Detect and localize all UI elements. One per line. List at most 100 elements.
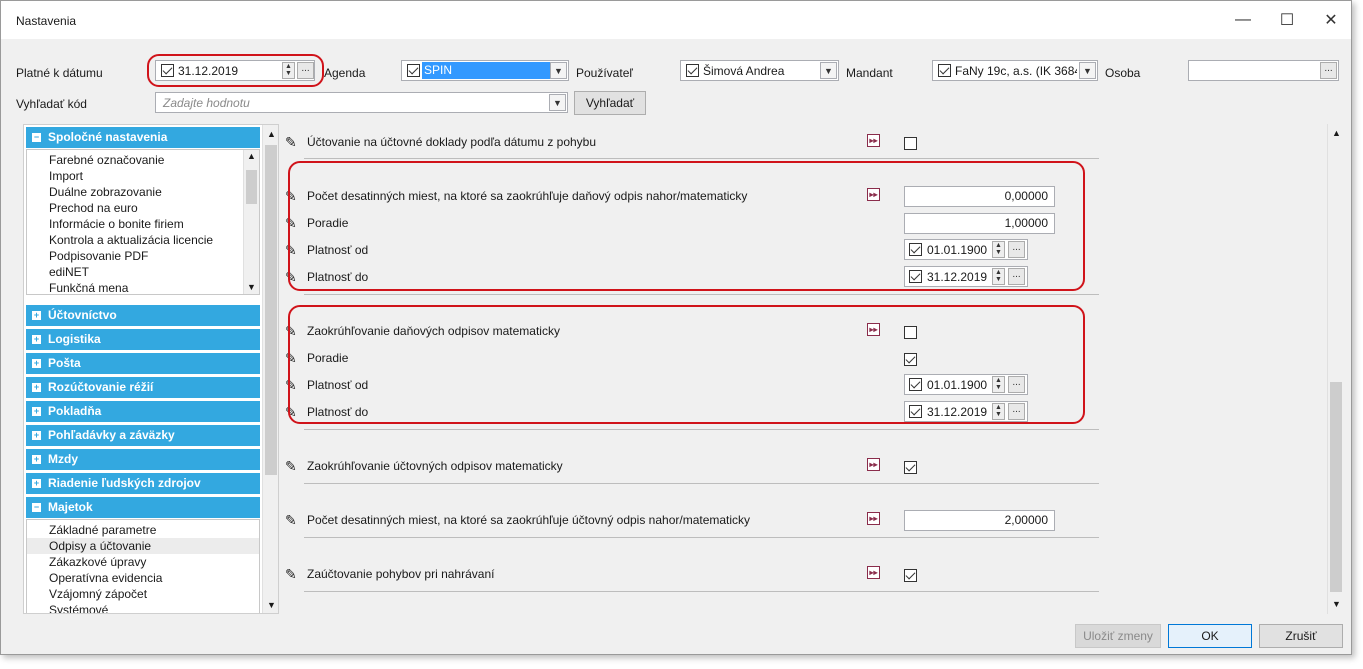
date-input[interactable]: 01.01.1900 ▲ ▼ ... xyxy=(904,374,1028,395)
forward-icon[interactable]: ▸▸ xyxy=(867,512,880,525)
pencil-icon[interactable]: ✎ xyxy=(285,269,297,286)
expand-icon[interactable]: + xyxy=(32,431,41,440)
scroll-down-icon[interactable]: ▼ xyxy=(267,600,276,610)
pencil-icon[interactable]: ✎ xyxy=(285,188,297,205)
collapse-icon[interactable]: − xyxy=(32,503,41,512)
sublist-scrollbar[interactable]: ▲ ▼ xyxy=(243,150,259,294)
date-checkbox[interactable] xyxy=(909,270,922,283)
list-item[interactable]: Informácie o bonite firiem xyxy=(49,217,184,231)
list-item-selected[interactable]: Odpisy a účtovanie xyxy=(49,539,151,553)
forward-icon[interactable]: ▸▸ xyxy=(867,188,880,201)
scroll-up-icon[interactable]: ▲ xyxy=(267,129,276,139)
expand-icon[interactable]: + xyxy=(32,455,41,464)
date-spinner[interactable]: ▲ ▼ xyxy=(992,268,1005,285)
number-input[interactable]: 1,00000 xyxy=(904,213,1055,234)
date-ellipsis-button[interactable]: ... xyxy=(297,62,314,79)
date-checkbox[interactable] xyxy=(909,405,922,418)
list-item[interactable]: Kontrola a aktualizácia licencie xyxy=(49,233,213,247)
date-spinner[interactable]: ▲ ▼ xyxy=(282,62,295,79)
forward-icon[interactable]: ▸▸ xyxy=(867,134,880,147)
forward-icon[interactable]: ▸▸ xyxy=(867,323,880,336)
pencil-icon[interactable]: ✎ xyxy=(285,566,297,583)
date-spinner[interactable]: ▲ ▼ xyxy=(992,403,1005,420)
mandant-checkbox[interactable] xyxy=(938,64,951,77)
pencil-icon[interactable]: ✎ xyxy=(285,350,297,367)
scroll-thumb[interactable] xyxy=(246,170,257,204)
list-item[interactable]: Funkčná mena xyxy=(49,281,128,294)
save-changes-button[interactable]: Uložiť zmeny xyxy=(1075,624,1161,648)
group-logistika[interactable]: + Logistika xyxy=(26,329,260,350)
list-item[interactable]: Import xyxy=(49,169,83,183)
list-item[interactable]: Farebné označovanie xyxy=(49,153,164,167)
user-select[interactable]: Šimová Andrea ▼ xyxy=(680,60,839,81)
forward-icon[interactable]: ▸▸ xyxy=(867,458,880,471)
scroll-down-icon[interactable]: ▼ xyxy=(1332,599,1341,609)
setting-checkbox[interactable] xyxy=(904,461,917,474)
scroll-thumb[interactable] xyxy=(265,145,277,475)
list-item[interactable]: Zákazkové úpravy xyxy=(49,555,146,569)
ellipsis-button[interactable]: ... xyxy=(1008,403,1025,420)
expand-icon[interactable]: + xyxy=(32,311,41,320)
expand-icon[interactable]: + xyxy=(32,335,41,344)
group-rozuctovanie[interactable]: + Rozúčtovanie réžií xyxy=(26,377,260,398)
cancel-button[interactable]: Zrušiť xyxy=(1259,624,1343,648)
group-posta[interactable]: + Pošta xyxy=(26,353,260,374)
scroll-down-icon[interactable]: ▼ xyxy=(247,282,256,292)
date-field[interactable]: 31.12.2019 ▲ ▼ ... xyxy=(155,60,315,81)
scroll-thumb[interactable] xyxy=(1330,382,1342,592)
minimize-button[interactable]: — xyxy=(1225,7,1261,33)
list-item[interactable]: Duálne zobrazovanie xyxy=(49,185,162,199)
search-input[interactable]: Zadajte hodnotu ▼ xyxy=(155,92,568,113)
group-pokladna[interactable]: + Pokladňa xyxy=(26,401,260,422)
setting-checkbox[interactable] xyxy=(904,326,917,339)
setting-checkbox[interactable] xyxy=(904,569,917,582)
date-spinner[interactable]: ▲ ▼ xyxy=(992,241,1005,258)
expand-icon[interactable]: + xyxy=(32,383,41,392)
group-majetok[interactable]: − Majetok xyxy=(26,497,260,518)
expand-icon[interactable]: + xyxy=(32,479,41,488)
chevron-down-icon[interactable]: ▼ xyxy=(1079,62,1096,79)
chevron-down-icon[interactable]: ▼ xyxy=(820,62,837,79)
pencil-icon[interactable]: ✎ xyxy=(285,377,297,394)
forward-icon[interactable]: ▸▸ xyxy=(867,566,880,579)
date-input[interactable]: 31.12.2019 ▲ ▼ ... xyxy=(904,401,1028,422)
group-pohladavky[interactable]: + Pohľadávky a záväzky xyxy=(26,425,260,446)
pencil-icon[interactable]: ✎ xyxy=(285,458,297,475)
collapse-icon[interactable]: − xyxy=(32,133,41,142)
user-checkbox[interactable] xyxy=(686,64,699,77)
scroll-up-icon[interactable]: ▲ xyxy=(247,151,256,161)
ellipsis-button[interactable]: ... xyxy=(1008,376,1025,393)
group-ludske-zdroje[interactable]: + Riadenie ľudských zdrojov xyxy=(26,473,260,494)
pencil-icon[interactable]: ✎ xyxy=(285,242,297,259)
list-item[interactable]: Systémové xyxy=(49,603,108,613)
person-field[interactable]: ... xyxy=(1188,60,1339,81)
pencil-icon[interactable]: ✎ xyxy=(285,323,297,340)
ellipsis-button[interactable]: ... xyxy=(1008,268,1025,285)
search-button[interactable]: Vyhľadať xyxy=(574,91,646,115)
settings-scrollbar[interactable]: ▲ ▼ xyxy=(1327,124,1344,614)
panel-scrollbar[interactable]: ▲ ▼ xyxy=(262,125,278,613)
agenda-checkbox[interactable] xyxy=(407,64,420,77)
list-item[interactable]: Operatívna evidencia xyxy=(49,571,162,585)
setting-checkbox[interactable] xyxy=(904,353,917,366)
date-spinner[interactable]: ▲ ▼ xyxy=(992,376,1005,393)
list-item[interactable]: Podpisovanie PDF xyxy=(49,249,148,263)
pencil-icon[interactable]: ✎ xyxy=(285,215,297,232)
date-input[interactable]: 01.01.1900 ▲ ▼ ... xyxy=(904,239,1028,260)
pencil-icon[interactable]: ✎ xyxy=(285,134,297,151)
expand-icon[interactable]: + xyxy=(32,407,41,416)
date-checkbox[interactable] xyxy=(161,64,174,77)
scroll-up-icon[interactable]: ▲ xyxy=(1332,128,1341,138)
group-mzdy[interactable]: + Mzdy xyxy=(26,449,260,470)
chevron-down-icon[interactable]: ▼ xyxy=(550,62,567,79)
list-item[interactable]: Vzájomný zápočet xyxy=(49,587,147,601)
list-item[interactable]: ediNET xyxy=(49,265,89,279)
number-input[interactable]: 0,00000 xyxy=(904,186,1055,207)
person-ellipsis-button[interactable]: ... xyxy=(1320,62,1337,79)
list-item[interactable]: Základné parametre xyxy=(49,523,156,537)
setting-checkbox[interactable] xyxy=(904,137,917,150)
date-checkbox[interactable] xyxy=(909,378,922,391)
group-uctovnictvo[interactable]: + Účtovníctvo xyxy=(26,305,260,326)
date-input[interactable]: 31.12.2019 ▲ ▼ ... xyxy=(904,266,1028,287)
date-checkbox[interactable] xyxy=(909,243,922,256)
